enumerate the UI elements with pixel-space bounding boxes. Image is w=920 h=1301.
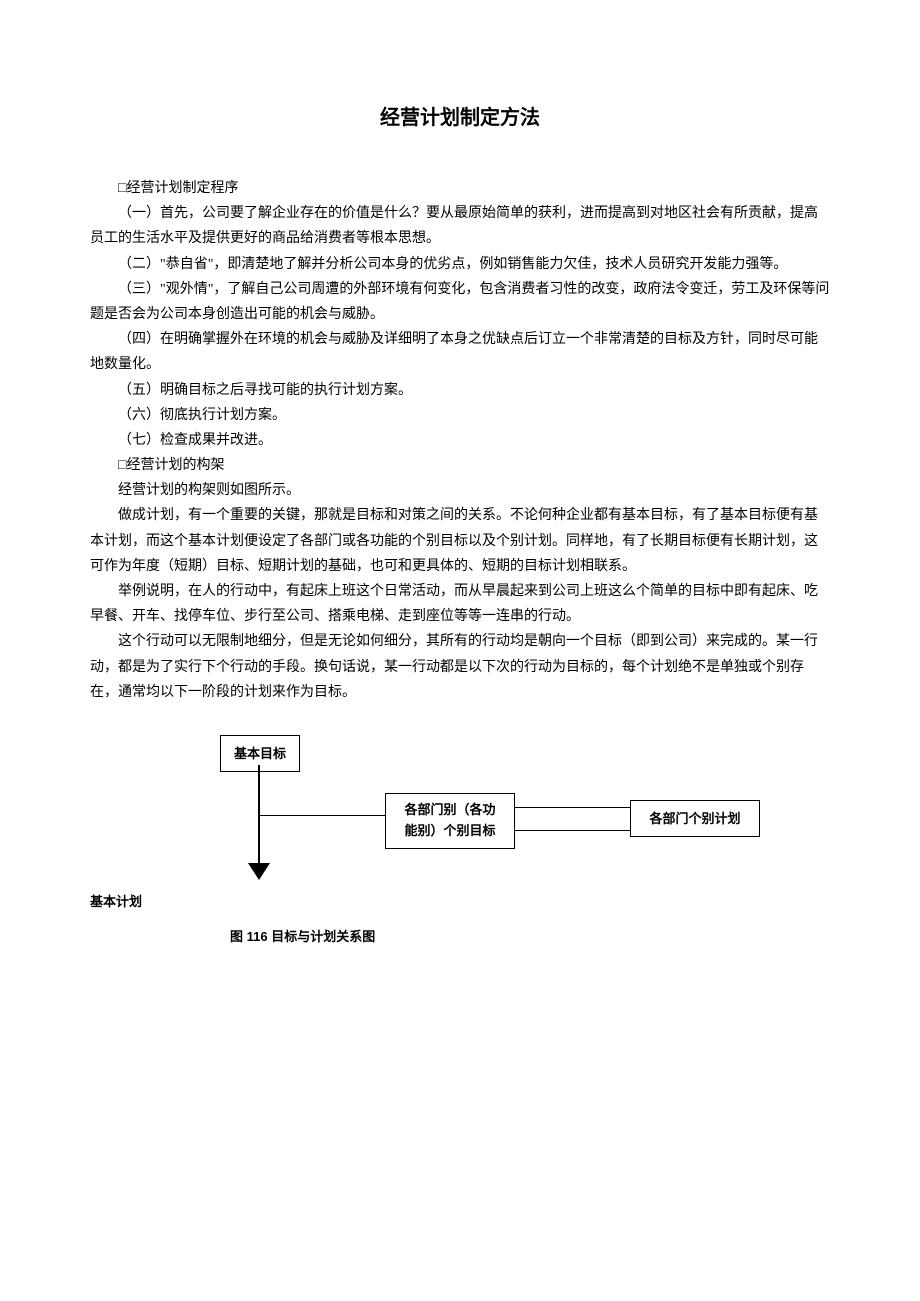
connector-h2 bbox=[515, 807, 630, 809]
item-5: （五）明确目标之后寻找可能的执行计划方案。 bbox=[90, 378, 830, 403]
box-basic-goal: 基本目标 bbox=[220, 735, 300, 772]
label-basic-plan: 基本计划 bbox=[90, 890, 142, 913]
box-dept-goal: 各部门别（各功 能别）个别目标 bbox=[385, 793, 515, 849]
connector-h1 bbox=[258, 815, 385, 817]
box-dept-plan: 各部门个别计划 bbox=[630, 800, 760, 837]
diagram: 基本目标 各部门别（各功 能别）个别目标 各部门个别计划 基本计划 bbox=[90, 735, 830, 915]
arrow-down-icon bbox=[250, 865, 268, 880]
figure-caption: 图 116 目标与计划关系图 bbox=[230, 925, 830, 948]
connector-vertical bbox=[258, 765, 260, 870]
item-4: （四）在明确掌握外在环境的机会与威胁及详细明了本身之优缺点后订立一个非常清楚的目… bbox=[90, 327, 830, 377]
item-3: （三）"观外情"，了解自己公司周遭的外部环境有何变化，包含消费者习性的改变，政府… bbox=[90, 277, 830, 327]
item-7: （七）检查成果并改进。 bbox=[90, 428, 830, 453]
section-header-framework: □经营计划的构架 bbox=[90, 453, 830, 478]
page-title: 经营计划制定方法 bbox=[90, 100, 830, 136]
section-header-procedure: □经营计划制定程序 bbox=[90, 176, 830, 201]
framework-para-2: 举例说明，在人的行动中，有起床上班这个日常活动，而从早晨起来到公司上班这么个简单… bbox=[90, 579, 830, 629]
item-1: （一）首先，公司要了解企业存在的价值是什么？要从最原始简单的获利，进而提高到对地… bbox=[90, 201, 830, 251]
item-6: （六）彻底执行计划方案。 bbox=[90, 403, 830, 428]
item-2: （二）"恭自省"，即清楚地了解并分析公司本身的优劣点，例如销售能力欠佳，技术人员… bbox=[90, 252, 830, 277]
framework-para-1: 做成计划，有一个重要的关键，那就是目标和对策之间的关系。不论何种企业都有基本目标… bbox=[90, 503, 830, 579]
framework-para-3: 这个行动可以无限制地细分，但是无论如何细分，其所有的行动均是朝向一个目标（即到公… bbox=[90, 629, 830, 705]
dept-goal-line2: 能别）个别目标 bbox=[404, 823, 495, 838]
connector-h3 bbox=[515, 830, 630, 832]
framework-intro: 经营计划的构架则如图所示。 bbox=[90, 478, 830, 503]
dept-goal-line1: 各部门别（各功 bbox=[404, 802, 495, 817]
